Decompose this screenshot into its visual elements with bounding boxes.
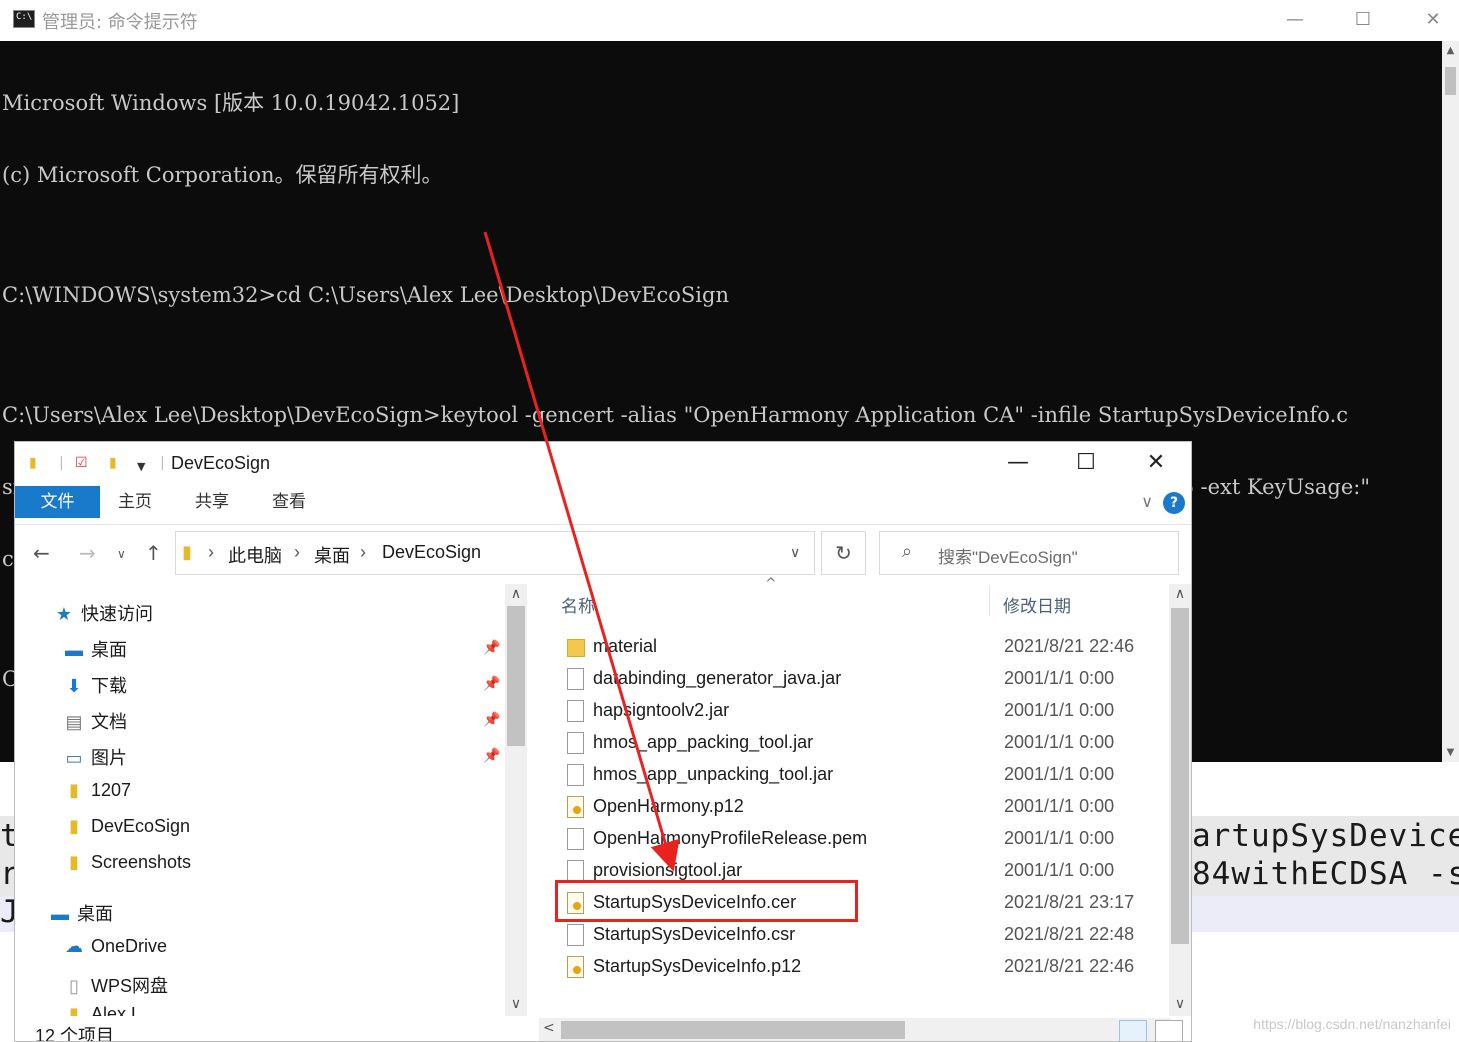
annotation-arrow [483, 231, 680, 872]
arrow-line [483, 231, 680, 872]
